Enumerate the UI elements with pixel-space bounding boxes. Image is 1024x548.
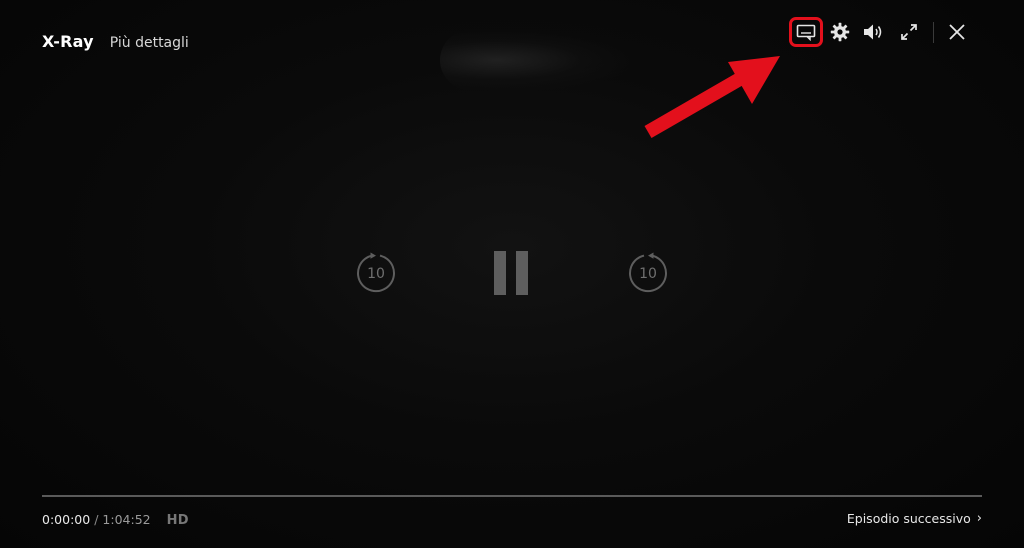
xray-button[interactable]: X-Ray xyxy=(42,32,94,51)
next-episode-label: Episodio successivo xyxy=(846,511,971,526)
hd-badge: HD xyxy=(166,513,189,528)
progress-bar[interactable] xyxy=(42,495,982,497)
rewind-seconds-label: 10 xyxy=(367,266,385,282)
total-time: 1:04:52 xyxy=(102,512,151,527)
rewind-10-button[interactable]: 10 xyxy=(355,252,397,294)
annotation-arrow xyxy=(644,56,780,139)
forward-seconds-label: 10 xyxy=(639,266,657,282)
more-details-link[interactable]: Più dettagli xyxy=(110,35,189,51)
controls-divider xyxy=(933,22,934,43)
settings-button[interactable] xyxy=(828,20,852,44)
fullscreen-button[interactable] xyxy=(897,20,921,44)
pause-icon xyxy=(494,251,528,295)
fullscreen-icon xyxy=(901,24,917,40)
close-icon xyxy=(949,24,965,40)
xray-bar: X-Ray Più dettagli xyxy=(42,32,189,51)
subtitles-button[interactable] xyxy=(789,17,823,47)
next-episode-button[interactable]: Episodio successivo › xyxy=(847,511,982,526)
video-frame-blur xyxy=(440,30,630,90)
chevron-right-icon: › xyxy=(976,511,982,526)
time-display: 0:00:00 / 1:04:52 HD xyxy=(42,512,189,528)
volume-button[interactable] xyxy=(862,20,886,44)
current-time: 0:00:00 xyxy=(42,512,91,527)
close-button[interactable] xyxy=(945,20,969,44)
gear-icon xyxy=(830,22,850,42)
subtitles-icon xyxy=(796,24,816,41)
forward-10-button[interactable]: 10 xyxy=(627,252,669,294)
pause-button[interactable] xyxy=(492,251,532,295)
time-separator: / xyxy=(94,512,99,527)
volume-icon xyxy=(864,24,882,40)
video-player[interactable]: X-Ray Più dettagli 10 10 0:00:00 / 1:04:… xyxy=(0,0,1024,548)
